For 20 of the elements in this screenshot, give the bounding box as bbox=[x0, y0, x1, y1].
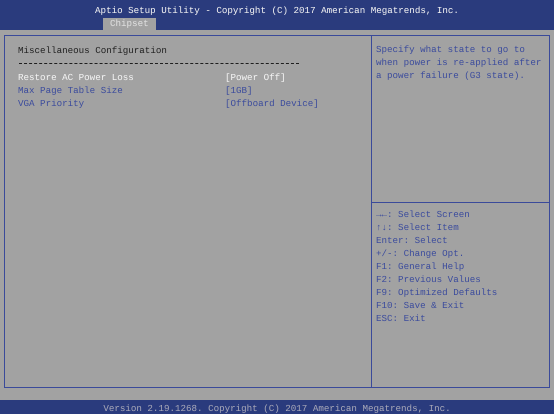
setting-label[interactable]: Max Page Table Size bbox=[18, 84, 225, 97]
key-hint: +/-: Change Opt. bbox=[376, 247, 464, 260]
status-bar-text: Version 2.19.1268. Copyright (C) 2017 American Megatrends, Inc. bbox=[103, 402, 451, 414]
setting-label[interactable]: Restore AC Power Loss bbox=[18, 71, 225, 84]
help-text: Specify what state to go to when power is re-applied after a power failure (G3 state). bbox=[372, 36, 549, 203]
key-hint: F9: Optimized Defaults bbox=[376, 286, 498, 299]
key-hint: Enter: Select bbox=[376, 234, 448, 247]
section-title: Miscellaneous Configuration bbox=[18, 44, 167, 57]
key-hint: →←: Select Screen bbox=[376, 208, 470, 221]
setting-label[interactable]: VGA Priority bbox=[18, 97, 225, 110]
key-hint: ↑↓: Select Item bbox=[376, 221, 459, 234]
window-title: Aptio Setup Utility - Copyright (C) 2017 American Megatrends, Inc. bbox=[95, 4, 459, 17]
setting-value[interactable]: [Offboard Device] bbox=[225, 97, 319, 110]
setting-value[interactable]: [1GB] bbox=[225, 84, 253, 97]
key-hint: F1: General Help bbox=[376, 260, 464, 273]
setting-value[interactable]: [Power Off] bbox=[225, 71, 286, 84]
chipset-tab[interactable]: Chipset bbox=[103, 18, 156, 30]
key-hint: ESC: Exit bbox=[376, 312, 426, 325]
key-hint: F2: Previous Values bbox=[376, 273, 481, 286]
key-hint: F10: Save & Exit bbox=[376, 299, 464, 312]
